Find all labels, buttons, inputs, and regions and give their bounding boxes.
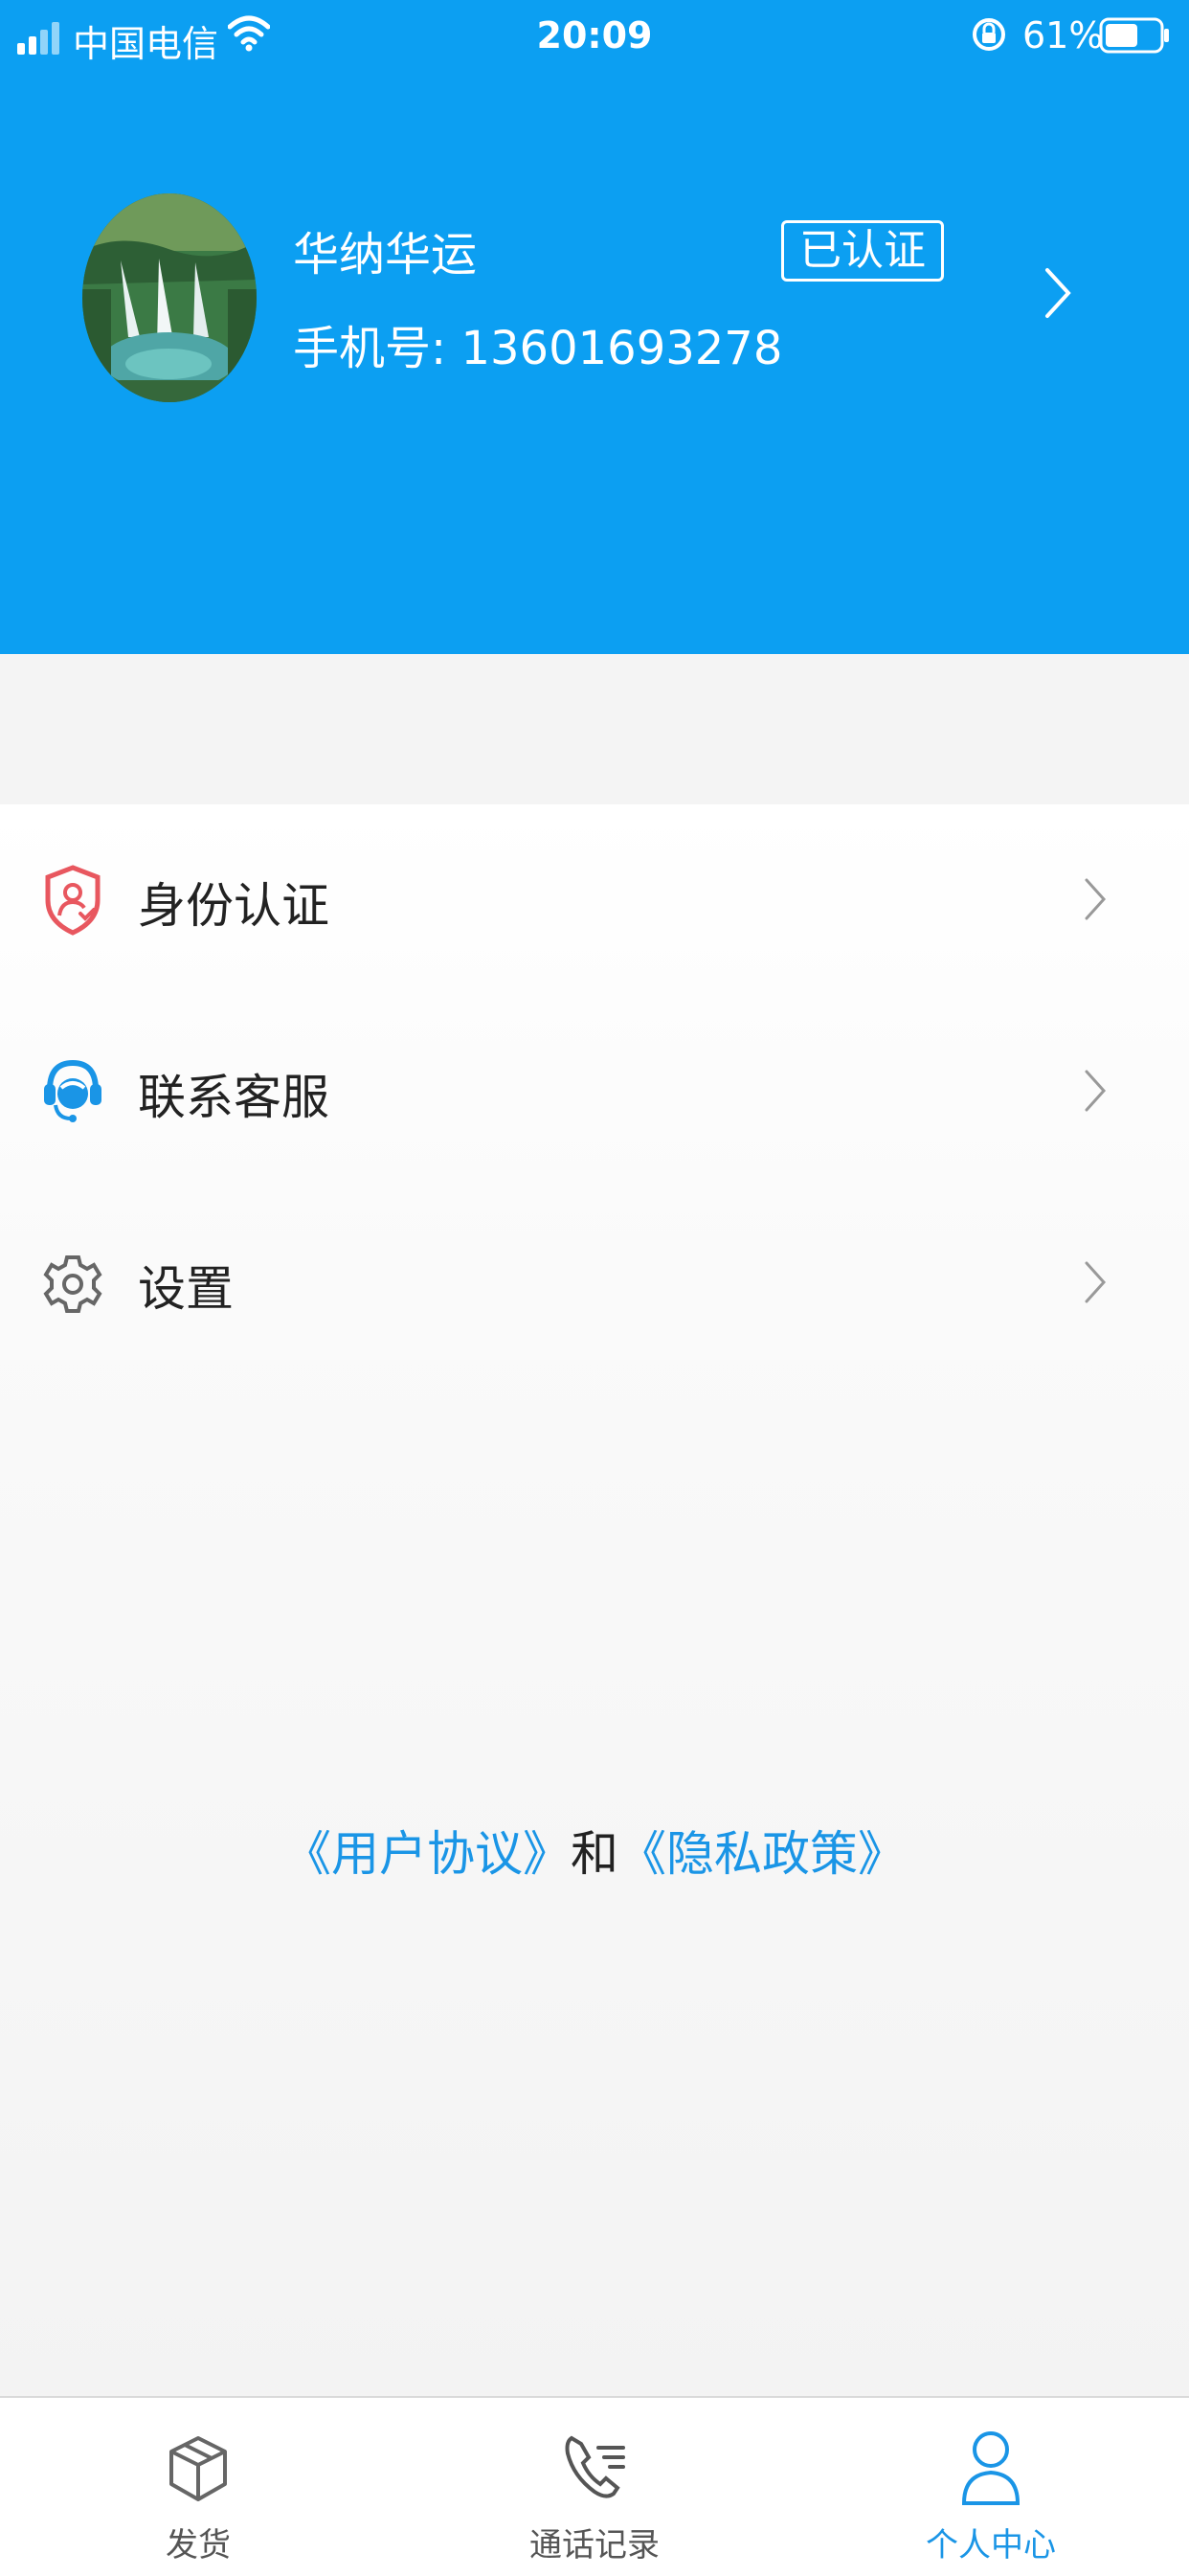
chevron-right-icon [1084, 1260, 1107, 1308]
avatar[interactable] [82, 193, 257, 402]
verified-badge: 已认证 [781, 220, 944, 282]
phone-row: 手机号: 13601693278 [293, 310, 782, 377]
profile-card[interactable]: 华纳华运 已认证 手机号: 13601693278 [0, 182, 1189, 412]
menu-item-label: 联系客服 [138, 1070, 329, 1125]
package-box-icon [0, 2430, 396, 2507]
chevron-right-icon[interactable] [1043, 266, 1072, 324]
tab-label: 发货 [166, 2526, 231, 2565]
profile-header: 中国电信 20:09 61% 华纳华运 已认证 手机号: 13601693278 [0, 0, 1189, 654]
gear-icon [42, 1247, 103, 1320]
menu-item-label: 设置 [138, 1261, 234, 1317]
battery-percent: 61% [1022, 14, 1104, 56]
battery-icon [1099, 17, 1172, 62]
status-time: 20:09 [536, 14, 653, 56]
menu-item-identity[interactable]: 身份认证 [0, 804, 1189, 996]
rotation-lock-icon [971, 15, 1007, 62]
tab-profile[interactable]: 个人中心 [793, 2398, 1189, 2576]
chevron-right-icon [1084, 1069, 1107, 1117]
tab-label: 通话记录 [529, 2526, 660, 2565]
status-bar: 中国电信 20:09 61% [0, 0, 1189, 73]
tab-call-log[interactable]: 通话记录 [396, 2398, 793, 2576]
privacy-policy-link[interactable]: 《隐私政策》 [618, 1826, 906, 1882]
phone-number: 13601693278 [460, 322, 783, 375]
tab-shipping[interactable]: 发货 [0, 2398, 396, 2576]
menu-list: 身份认证 联系客服 设置 [0, 804, 1189, 2396]
phone-list-icon [396, 2430, 793, 2507]
tab-label: 个人中心 [926, 2526, 1056, 2565]
bottom-tab-bar: 发货 通话记录 个人中心 [0, 2396, 1189, 2576]
agreement-conjunction: 和 [571, 1826, 618, 1882]
menu-item-settings[interactable]: 设置 [0, 1187, 1189, 1379]
agreement-links: 《用户协议》和《隐私政策》 [0, 1816, 1189, 1885]
headset-agent-icon [42, 1055, 103, 1128]
menu-item-label: 身份认证 [138, 878, 329, 934]
shield-user-icon [42, 864, 103, 937]
profile-name: 华纳华运 [293, 228, 478, 282]
phone-label: 手机号: [293, 322, 447, 375]
chevron-right-icon [1084, 877, 1107, 925]
user-agreement-link[interactable]: 《用户协议》 [283, 1826, 571, 1882]
menu-item-customer-service[interactable]: 联系客服 [0, 996, 1189, 1187]
person-icon [793, 2430, 1189, 2507]
